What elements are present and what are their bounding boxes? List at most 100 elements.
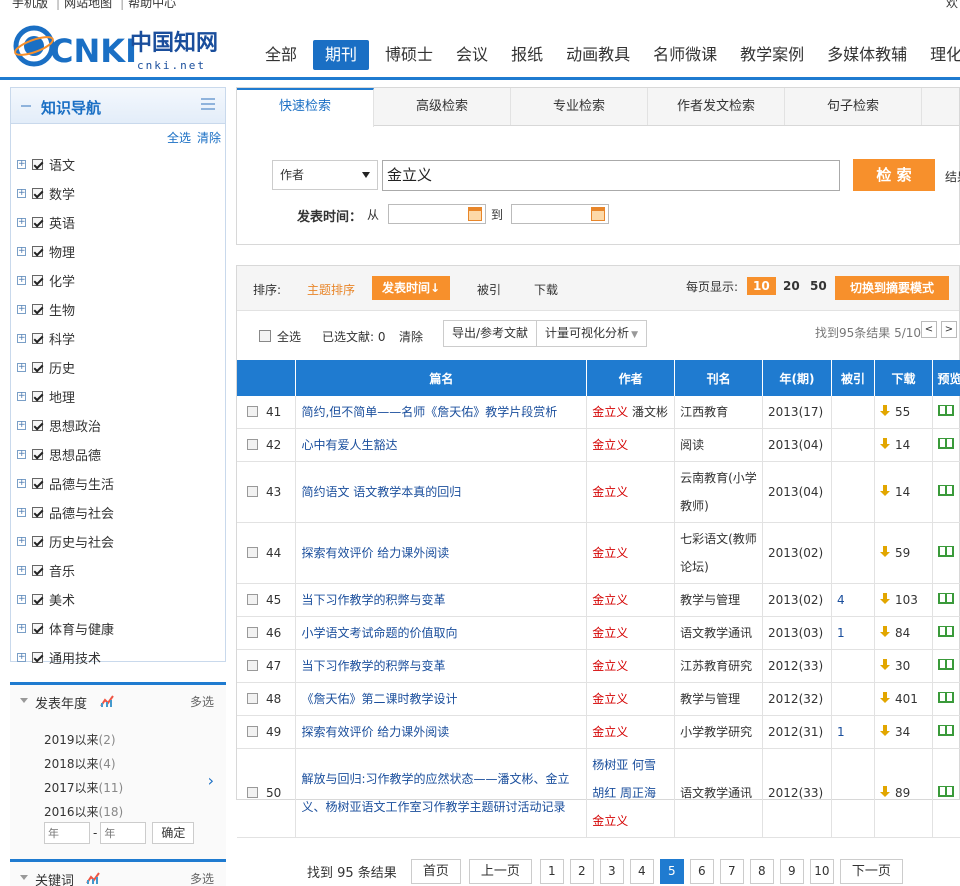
- nav-item[interactable]: 多媒体教辅: [820, 40, 914, 70]
- expand-plus-icon[interactable]: +: [17, 595, 26, 604]
- sort-downloads[interactable]: 下载: [534, 281, 558, 298]
- row-checkbox[interactable]: [247, 787, 258, 798]
- article-title-link[interactable]: 《詹天佑》第二课时教学设计: [295, 682, 588, 716]
- subject-checkbox[interactable]: [32, 536, 43, 547]
- article-title-link[interactable]: 心中有爱人生豁达: [295, 428, 588, 462]
- subject-item[interactable]: + 物理: [17, 237, 114, 266]
- preview-cell[interactable]: [932, 649, 960, 683]
- clear-link[interactable]: 清除: [197, 131, 221, 145]
- year-from-input[interactable]: [44, 822, 90, 844]
- book-preview-icon[interactable]: [937, 725, 954, 736]
- page-number-button[interactable]: 9: [779, 858, 804, 884]
- collapse-triangle-icon[interactable]: [20, 698, 28, 703]
- journal-link[interactable]: 江苏教育研究: [674, 649, 764, 683]
- download-cell[interactable]: 14: [874, 428, 933, 462]
- year-issue-link[interactable]: 2012(32): [762, 682, 833, 716]
- author-link[interactable]: 金立义: [592, 546, 628, 560]
- per-page-20[interactable]: 20: [783, 279, 800, 293]
- article-title-link[interactable]: 当下习作教学的积弊与变革: [295, 649, 588, 683]
- download-icon[interactable]: [879, 593, 890, 605]
- download-cell[interactable]: 84: [874, 616, 933, 650]
- preview-cell[interactable]: [932, 616, 960, 650]
- author-link[interactable]: 金立义: [592, 405, 628, 419]
- result-search-link[interactable]: 结果: [945, 168, 960, 185]
- journal-link[interactable]: 教学与管理: [674, 682, 764, 716]
- expand-plus-icon[interactable]: +: [17, 421, 26, 430]
- page-number-button[interactable]: 1: [539, 858, 564, 884]
- article-title-link[interactable]: 探索有效评价 给力课外阅读: [295, 522, 588, 584]
- subject-item[interactable]: + 化学: [17, 266, 114, 295]
- cited-count[interactable]: [831, 682, 875, 716]
- search-tab[interactable]: 快速检索: [237, 88, 374, 127]
- select-all-checkbox[interactable]: [259, 330, 271, 342]
- search-input[interactable]: 金立义: [382, 160, 840, 191]
- subject-checkbox[interactable]: [32, 507, 43, 518]
- book-preview-icon[interactable]: [937, 405, 954, 416]
- journal-link[interactable]: 七彩语文(教师论坛): [674, 522, 764, 584]
- preview-cell[interactable]: [932, 715, 960, 749]
- expand-plus-icon[interactable]: +: [17, 566, 26, 575]
- nav-item[interactable]: 理化生: [923, 40, 960, 70]
- col-journal[interactable]: 刊名: [674, 360, 764, 396]
- page-number-button[interactable]: 10: [809, 858, 834, 884]
- article-title-link[interactable]: 当下习作教学的积弊与变革: [295, 583, 588, 617]
- journal-link[interactable]: 阅读: [674, 428, 764, 462]
- subject-item[interactable]: + 思想品德: [17, 440, 114, 469]
- year-item[interactable]: 2017以来(11): [44, 779, 123, 803]
- subject-checkbox[interactable]: [32, 333, 43, 344]
- page-number-button[interactable]: 4: [629, 858, 654, 884]
- row-checkbox[interactable]: [247, 406, 258, 417]
- expand-plus-icon[interactable]: +: [17, 479, 26, 488]
- year-issue-link[interactable]: 2012(33): [762, 649, 833, 683]
- col-title[interactable]: 篇名: [295, 360, 588, 396]
- cited-count[interactable]: [831, 461, 875, 523]
- download-cell[interactable]: 103: [874, 583, 933, 617]
- year-item[interactable]: 2018以来(4): [44, 755, 123, 779]
- subject-item[interactable]: + 生物: [17, 295, 114, 324]
- subject-checkbox[interactable]: [32, 304, 43, 315]
- book-preview-icon[interactable]: [937, 692, 954, 703]
- subject-item[interactable]: + 历史与社会: [17, 527, 114, 556]
- calendar-icon[interactable]: [591, 207, 605, 221]
- subject-checkbox[interactable]: [32, 623, 43, 634]
- cited-count[interactable]: [831, 649, 875, 683]
- search-button[interactable]: 检 索: [853, 159, 935, 191]
- year-section-header[interactable]: 发表年度 多选: [10, 685, 226, 717]
- chart-icon[interactable]: [86, 872, 100, 884]
- author-link[interactable]: 金立义: [592, 626, 628, 640]
- preview-cell[interactable]: [932, 461, 960, 523]
- expand-plus-icon[interactable]: +: [17, 218, 26, 227]
- book-preview-icon[interactable]: [937, 438, 954, 449]
- preview-cell[interactable]: [932, 396, 960, 429]
- preview-cell[interactable]: [932, 583, 960, 617]
- subject-item[interactable]: + 科学: [17, 324, 114, 353]
- book-preview-icon[interactable]: [937, 626, 954, 637]
- cited-count[interactable]: 1: [831, 616, 875, 650]
- subject-checkbox[interactable]: [32, 652, 43, 663]
- author-link[interactable]: 金立义: [592, 692, 628, 706]
- collapse-triangle-icon[interactable]: [20, 875, 28, 880]
- article-title-link[interactable]: 探索有效评价 给力课外阅读: [295, 715, 588, 749]
- download-icon[interactable]: [879, 692, 890, 704]
- author-link[interactable]: 金立义: [592, 725, 628, 739]
- nav-item[interactable]: 教学案例: [733, 40, 811, 70]
- author-link[interactable]: 金立义: [592, 593, 628, 607]
- prev-page-button[interactable]: 上一页: [468, 858, 532, 884]
- nav-item[interactable]: 会议: [449, 40, 495, 70]
- menu-icon[interactable]: [201, 98, 215, 112]
- subject-item[interactable]: + 地理: [17, 382, 114, 411]
- expand-plus-icon[interactable]: +: [17, 624, 26, 633]
- book-preview-icon[interactable]: [937, 485, 954, 496]
- download-cell[interactable]: 59: [874, 522, 933, 584]
- row-checkbox[interactable]: [247, 627, 258, 638]
- subject-item[interactable]: + 英语: [17, 208, 114, 237]
- expand-plus-icon[interactable]: +: [17, 653, 26, 662]
- subject-item[interactable]: + 通用技术: [17, 643, 114, 672]
- year-issue-link[interactable]: 2013(17): [762, 396, 833, 429]
- subject-checkbox[interactable]: [32, 420, 43, 431]
- download-cell[interactable]: 55: [874, 396, 933, 429]
- subject-item[interactable]: + 美术: [17, 585, 114, 614]
- subject-checkbox[interactable]: [32, 246, 43, 257]
- expand-plus-icon[interactable]: +: [17, 247, 26, 256]
- visualize-button[interactable]: 计量可视化分析 ▼: [537, 321, 646, 346]
